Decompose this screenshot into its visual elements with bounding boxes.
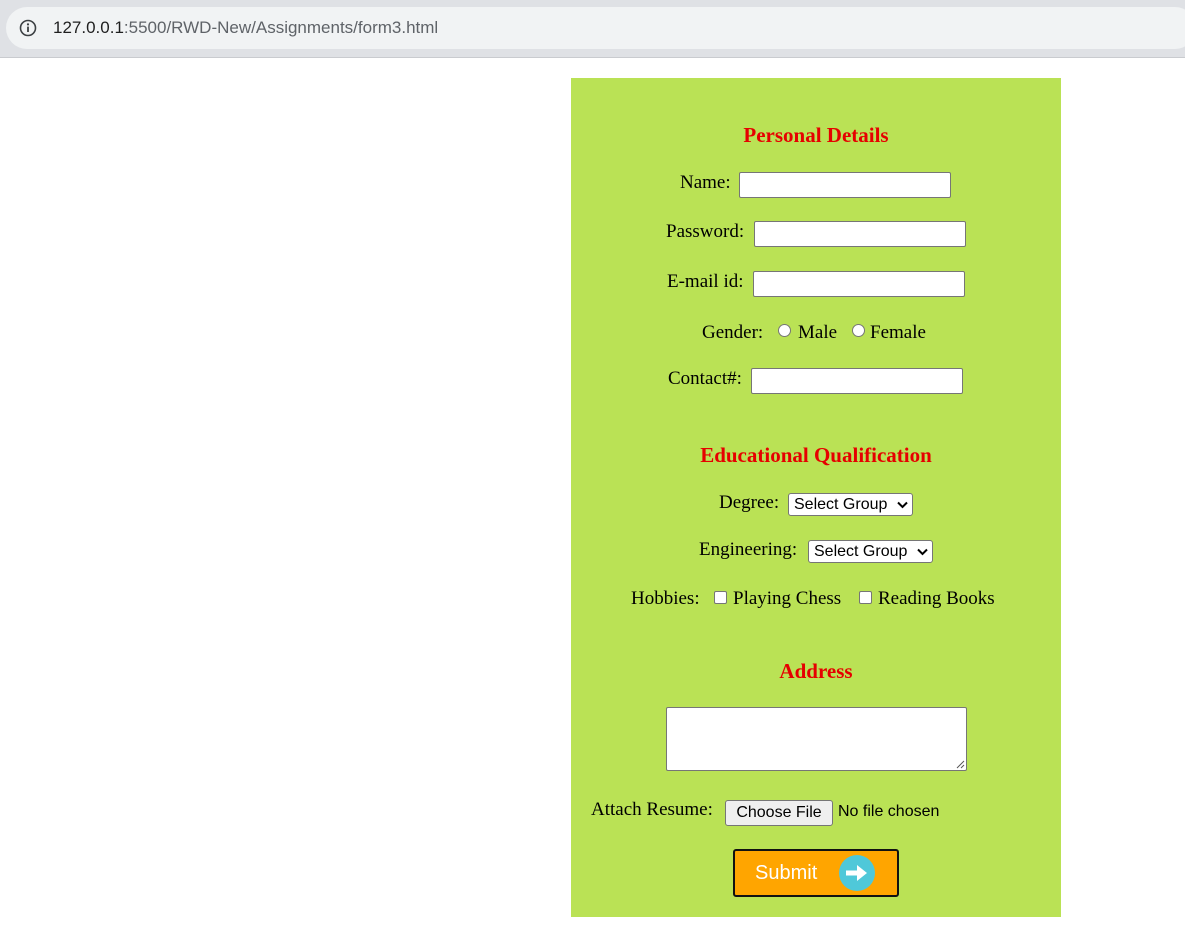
name-label: Name: (680, 172, 731, 193)
hobby-reading-checkbox[interactable] (859, 591, 872, 604)
hobbies-label: Hobbies: (631, 588, 700, 609)
gender-female-radio[interactable] (852, 324, 865, 337)
gender-label: Gender: (702, 322, 764, 343)
resume-label: Attach Resume: (591, 799, 713, 820)
address-bar[interactable]: 127.0.0.1:5500/RWD-New/Assignments/form3… (6, 7, 1185, 49)
address-textarea[interactable] (666, 707, 967, 771)
url-path: :5500/RWD-New/Assignments/form3.html (123, 18, 439, 37)
password-input[interactable] (754, 221, 966, 247)
gender-male-label: Male (798, 322, 838, 343)
engineering-select-value: Select Group (814, 543, 908, 560)
password-label: Password: (666, 221, 745, 242)
choose-file-button[interactable]: Choose File (725, 800, 833, 826)
engineering-label: Engineering: (699, 539, 798, 560)
name-input[interactable] (739, 172, 951, 198)
degree-label: Degree: (719, 492, 780, 513)
chevron-down-icon (897, 501, 908, 509)
hobby-reading-label: Reading Books (878, 588, 995, 609)
arrow-right-icon (839, 855, 875, 891)
education-heading: Educational Qualification (700, 443, 932, 467)
file-status-text: No file chosen (838, 803, 940, 820)
info-icon[interactable] (18, 18, 38, 38)
email-label: E-mail id: (667, 271, 744, 292)
address-heading: Address (779, 659, 853, 683)
hobby-chess-label: Playing Chess (733, 588, 842, 609)
degree-select[interactable]: Select Group (788, 493, 913, 516)
engineering-select[interactable]: Select Group (808, 540, 933, 563)
hobby-chess-checkbox[interactable] (714, 591, 727, 604)
registration-form: Personal Details Name: Password: E-mail … (571, 78, 1061, 917)
url-text[interactable]: 127.0.0.1:5500/RWD-New/Assignments/form3… (53, 17, 438, 39)
gender-male-radio[interactable] (778, 324, 791, 337)
gender-female-label: Female (870, 322, 926, 343)
chevron-down-icon (917, 548, 928, 556)
contact-input[interactable] (751, 368, 963, 394)
personal-details-heading: Personal Details (743, 123, 889, 147)
submit-label: Submit (755, 862, 818, 884)
browser-toolbar: 127.0.0.1:5500/RWD-New/Assignments/form3… (0, 0, 1185, 58)
url-host: 127.0.0.1 (53, 18, 124, 37)
degree-select-value: Select Group (794, 496, 888, 513)
submit-button[interactable]: Submit (733, 849, 899, 897)
email-input[interactable] (753, 271, 965, 297)
resize-grip-icon[interactable] (956, 760, 965, 769)
contact-label: Contact#: (668, 368, 742, 389)
